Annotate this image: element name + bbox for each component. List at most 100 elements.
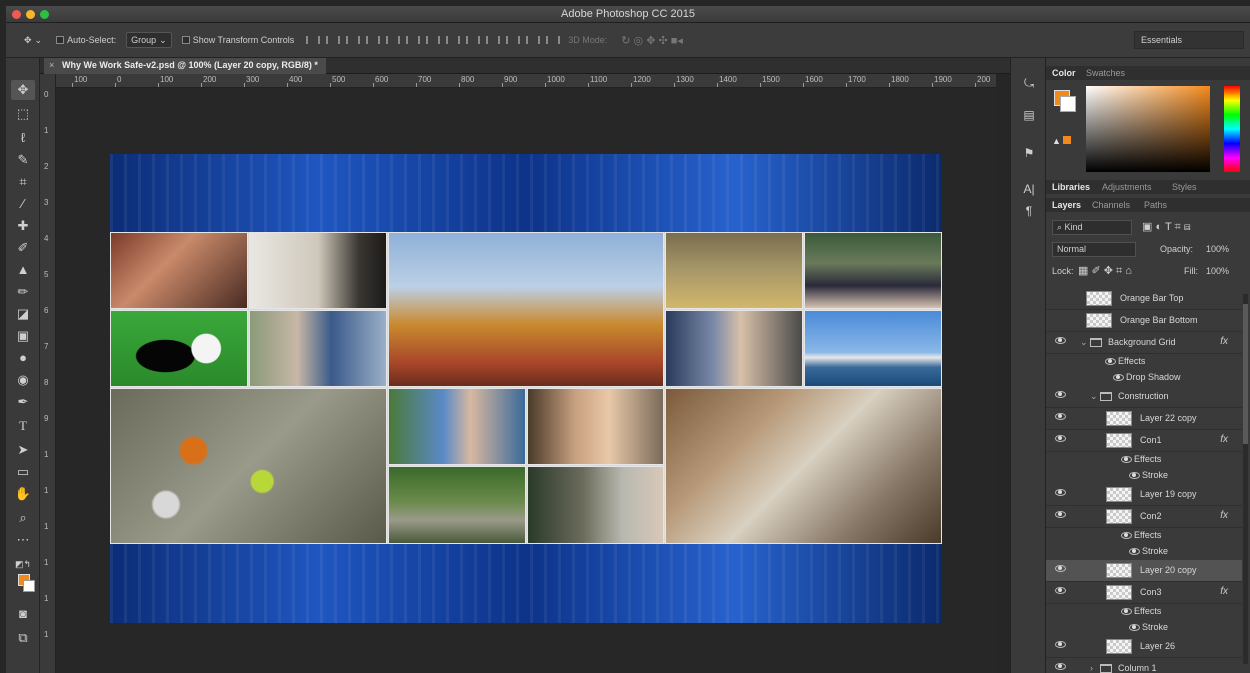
- document-tab[interactable]: × Why We Work Safe-v2.psd @ 100% (Layer …: [44, 58, 326, 74]
- auto-select-checkbox[interactable]: [56, 36, 65, 44]
- layer-name[interactable]: Drop Shadow: [1126, 372, 1181, 382]
- healing-brush-tool-icon[interactable]: ✚: [11, 216, 35, 236]
- layer-row[interactable]: Layer 22 copy: [1046, 408, 1242, 430]
- clone-stamp-tool-icon[interactable]: ▲: [11, 260, 35, 280]
- layer-thumbnail[interactable]: [1086, 313, 1112, 328]
- zoom-tool-icon[interactable]: ⌕: [11, 508, 35, 528]
- hue-slider[interactable]: [1224, 86, 1240, 172]
- gradient-tool-icon[interactable]: ▣: [11, 326, 35, 346]
- layer-name[interactable]: Effects: [1118, 356, 1145, 366]
- lasso-tool-icon[interactable]: ℓ: [11, 128, 35, 148]
- eye-icon[interactable]: [1112, 373, 1124, 381]
- layer-row[interactable]: Orange Bar Top: [1046, 288, 1242, 310]
- layer-name[interactable]: Stroke: [1142, 546, 1168, 556]
- eye-icon[interactable]: [1054, 412, 1066, 420]
- layer-effect-row[interactable]: Drop Shadow: [1046, 370, 1242, 385]
- layer-effect-row[interactable]: Stroke: [1046, 620, 1242, 635]
- layer-row[interactable]: Layer 26: [1046, 636, 1242, 658]
- paragraph-panel-icon[interactable]: ¶: [1019, 204, 1039, 222]
- layers-scrollbar[interactable]: [1243, 294, 1248, 664]
- chevron-right-icon[interactable]: ›: [1090, 663, 1093, 673]
- auto-select-dropdown[interactable]: Group ⌄: [126, 32, 172, 48]
- layer-thumbnail[interactable]: [1086, 291, 1112, 306]
- layer-name[interactable]: Con1: [1140, 435, 1162, 445]
- horizontal-ruler[interactable]: 100 0 100 200 300 400 500 600 700 800 900 1000 1100 1…: [56, 74, 996, 88]
- align-vertical-center-icon[interactable]: [324, 34, 341, 46]
- layer-thumbnail[interactable]: [1106, 639, 1132, 654]
- align-horizontal-center-icon[interactable]: [384, 34, 401, 46]
- eye-icon[interactable]: [1054, 336, 1066, 344]
- brush-tool-icon[interactable]: ✐: [11, 238, 35, 258]
- history-brush-tool-icon[interactable]: ✏: [11, 282, 35, 302]
- align-right-icon[interactable]: [404, 34, 421, 46]
- layer-name[interactable]: Stroke: [1142, 622, 1168, 632]
- distribute-center-icon[interactable]: [444, 34, 461, 46]
- layer-name[interactable]: Effects: [1134, 606, 1161, 616]
- distribute-bottom-icon[interactable]: [464, 34, 481, 46]
- layer-name[interactable]: Construction: [1118, 391, 1169, 401]
- eye-icon[interactable]: [1054, 640, 1066, 648]
- type-tool-icon[interactable]: T: [11, 416, 35, 436]
- tab-styles[interactable]: Styles: [1172, 182, 1197, 192]
- fill-value[interactable]: 100%: [1206, 266, 1229, 276]
- filter-type-icons[interactable]: ▣ ◐ T ⌗ ⧈: [1142, 220, 1191, 234]
- layer-name[interactable]: Stroke: [1142, 470, 1168, 480]
- auto-select-toggle[interactable]: Auto-Select:: [52, 32, 120, 48]
- tab-adjustments[interactable]: Adjustments: [1102, 182, 1152, 192]
- eraser-tool-icon[interactable]: ◪: [11, 304, 35, 324]
- distribute-left-icon[interactable]: [484, 34, 501, 46]
- background-color-swatch[interactable]: [1060, 96, 1076, 112]
- eye-icon[interactable]: [1120, 607, 1132, 615]
- layer-name[interactable]: Con2: [1140, 511, 1162, 521]
- show-transform-checkbox[interactable]: [181, 36, 190, 44]
- move-tool-icon[interactable]: ✥: [11, 80, 35, 100]
- opacity-value[interactable]: 100%: [1206, 244, 1229, 254]
- layer-name[interactable]: Orange Bar Bottom: [1120, 315, 1198, 325]
- layer-row[interactable]: Layer 19 copy: [1046, 484, 1242, 506]
- eye-icon[interactable]: [1054, 434, 1066, 442]
- layer-row[interactable]: Layer 20 copy: [1046, 560, 1242, 582]
- tab-layers[interactable]: Layers: [1052, 200, 1081, 210]
- eye-icon[interactable]: [1128, 547, 1140, 555]
- layer-effect-row[interactable]: Effects: [1046, 604, 1242, 619]
- more-tools-icon[interactable]: ⋯: [11, 530, 35, 550]
- eye-icon[interactable]: [1120, 455, 1132, 463]
- eye-icon[interactable]: [1054, 390, 1066, 398]
- fx-icon[interactable]: fx: [1220, 434, 1228, 445]
- character-panel-icon[interactable]: A|: [1019, 182, 1039, 200]
- layer-thumbnail[interactable]: [1106, 411, 1132, 426]
- layer-name[interactable]: Orange Bar Top: [1120, 293, 1183, 303]
- chevron-down-icon[interactable]: ⌄: [1090, 391, 1098, 402]
- close-icon[interactable]: ×: [49, 60, 54, 70]
- layer-thumbnail[interactable]: [1106, 563, 1132, 578]
- eye-icon[interactable]: [1054, 586, 1066, 594]
- layer-name[interactable]: Layer 22 copy: [1140, 413, 1197, 423]
- eye-icon[interactable]: [1054, 564, 1066, 572]
- filter-kind-dropdown[interactable]: ⌕ Kind: [1052, 220, 1132, 235]
- pen-tool-icon[interactable]: ✒: [11, 392, 35, 412]
- fx-icon[interactable]: fx: [1220, 336, 1228, 347]
- layer-name[interactable]: Background Grid: [1108, 337, 1176, 347]
- dodge-tool-icon[interactable]: ◉: [11, 370, 35, 390]
- quick-selection-tool-icon[interactable]: ✎: [11, 150, 35, 170]
- path-selection-tool-icon[interactable]: ➤: [11, 440, 35, 460]
- layer-effect-row[interactable]: Effects: [1046, 354, 1242, 369]
- eye-icon[interactable]: [1054, 510, 1066, 518]
- workspace-switcher[interactable]: Essentials: [1134, 31, 1244, 49]
- marquee-tool-icon[interactable]: ⬚: [11, 104, 35, 124]
- background-color-swatch[interactable]: [23, 580, 35, 592]
- distribute-right-icon[interactable]: [524, 34, 541, 46]
- layer-row[interactable]: Con1 fx: [1046, 430, 1242, 452]
- color-picker-field[interactable]: [1086, 86, 1210, 172]
- layer-thumbnail[interactable]: [1106, 509, 1132, 524]
- layer-row[interactable]: Con3 fx: [1046, 582, 1242, 604]
- layer-effect-row[interactable]: Stroke: [1046, 544, 1242, 559]
- tab-paths[interactable]: Paths: [1144, 200, 1167, 210]
- tab-swatches[interactable]: Swatches: [1086, 68, 1125, 78]
- eye-icon[interactable]: [1120, 531, 1132, 539]
- eye-icon[interactable]: [1104, 357, 1116, 365]
- layer-effect-row[interactable]: Effects: [1046, 452, 1242, 467]
- eye-icon[interactable]: [1128, 623, 1140, 631]
- layer-row[interactable]: Orange Bar Bottom: [1046, 310, 1242, 332]
- auto-align-icon[interactable]: [544, 34, 561, 46]
